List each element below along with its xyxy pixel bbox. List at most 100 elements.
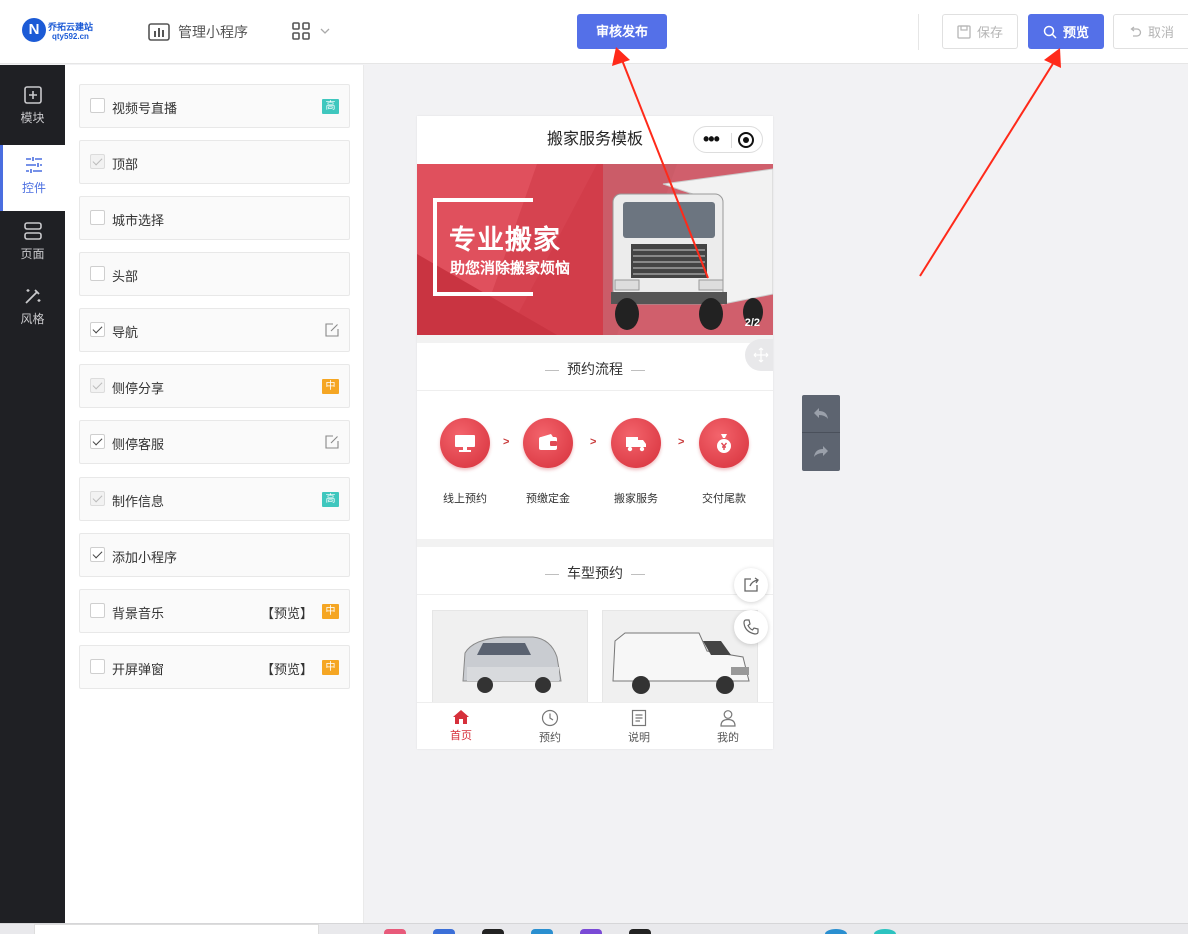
redo-arrow-icon (814, 446, 828, 457)
close-target-icon[interactable] (738, 132, 754, 148)
control-checkbox (90, 491, 105, 506)
nav-item-modules[interactable]: 模块 (0, 85, 65, 147)
preview-label: 预览 (1062, 25, 1089, 40)
control-label: 头部 (112, 269, 139, 284)
drag-move-handle[interactable] (745, 339, 773, 371)
vehicle-card-van[interactable] (432, 610, 588, 710)
float-phone-button[interactable] (734, 610, 768, 644)
taskbar-app-icon[interactable] (433, 929, 455, 934)
preview-link[interactable]: 【预览】 (261, 659, 313, 678)
controls-panel: 视频号直播 高 顶部 城市选择 头部 导航 侧停分享 中 侧停客服 制作信息 高… (65, 65, 364, 923)
undo-icon (1130, 25, 1142, 37)
manage-label: 管理小程序 (178, 24, 248, 40)
control-checkbox[interactable] (90, 322, 105, 337)
float-share-button[interactable] (734, 568, 768, 602)
taskbar-app-icon[interactable] (874, 929, 896, 934)
control-label: 开屏弹窗 (112, 662, 165, 677)
minivan-image (462, 636, 562, 693)
control-item-top[interactable]: 顶部 (79, 140, 350, 184)
nav-label-modules: 模块 (20, 111, 45, 125)
tier-badge-high: 高 (322, 99, 339, 114)
process-step[interactable]: 线上预约 (430, 418, 500, 506)
top-bar: N 乔拓云建站 qty592.cn 管理小程序 审核发布 保存 预览 取消 (0, 0, 1188, 64)
phone-preview: 搬家服务模板 ••• 专业搬家 助您消除搬家烦恼 2/2 — 预约流程 — 线上… (417, 116, 773, 749)
process-step[interactable]: 交付尾款 (689, 418, 759, 506)
process-step[interactable]: 预缴定金 (513, 418, 583, 506)
phone-icon (743, 619, 759, 635)
preview-link[interactable]: 【预览】 (261, 603, 313, 622)
step-arrow: > (590, 436, 597, 448)
sliders-icon (26, 157, 42, 173)
edit-icon[interactable] (325, 435, 339, 449)
step-icon-circle (440, 418, 490, 468)
control-label: 侧停分享 (112, 381, 165, 396)
control-item-navigation[interactable]: 导航 (79, 308, 350, 352)
control-item-credits[interactable]: 制作信息 高 (79, 477, 350, 521)
section-gap (417, 335, 773, 343)
taskbar-app-icon[interactable] (482, 929, 504, 934)
tier-badge-mid: 中 (322, 660, 339, 675)
tab-booking[interactable]: 预约 (520, 709, 580, 745)
control-item-splash-popup[interactable]: 开屏弹窗 【预览】 中 (79, 645, 350, 689)
more-dots-icon[interactable]: ••• (703, 127, 720, 151)
taskbar-app-icon[interactable] (384, 929, 406, 934)
nav-item-style[interactable]: 风格 (0, 286, 65, 348)
control-checkbox[interactable] (90, 603, 105, 618)
logo-mark-icon: N (22, 18, 46, 42)
magic-wand-icon (24, 289, 40, 304)
cancel-button[interactable]: 取消 (1113, 14, 1188, 49)
control-item-video-live[interactable]: 视频号直播 高 (79, 84, 350, 128)
nav-item-controls[interactable]: 控件 (0, 145, 65, 211)
control-item-city-select[interactable]: 城市选择 (79, 196, 350, 240)
vehicles-title-text: 车型预约 (567, 565, 623, 581)
control-item-side-share[interactable]: 侧停分享 中 (79, 364, 350, 408)
nav-item-pages[interactable]: 页面 (0, 221, 65, 283)
redo-button[interactable] (802, 433, 840, 471)
document-icon (631, 709, 647, 727)
taskbar-search[interactable] (34, 924, 319, 934)
control-label: 城市选择 (112, 213, 165, 228)
control-label: 顶部 (112, 157, 139, 172)
capsule-divider (731, 133, 732, 148)
control-checkbox[interactable] (90, 266, 105, 281)
banner-carousel[interactable]: 专业搬家 助您消除搬家烦恼 2/2 (417, 164, 773, 335)
taskbar-app-icon[interactable] (531, 929, 553, 934)
money-bag-icon (717, 434, 731, 453)
search-icon (1043, 25, 1057, 39)
miniprogram-capsule[interactable]: ••• (693, 126, 763, 153)
control-checkbox[interactable] (90, 659, 105, 674)
step-arrow: > (678, 436, 685, 448)
nav-label-style: 风格 (20, 312, 45, 326)
manage-miniprogram-link[interactable]: 管理小程序 (148, 21, 248, 43)
edit-icon[interactable] (325, 323, 339, 337)
plus-square-icon (23, 86, 42, 104)
tab-home[interactable]: 首页 (431, 709, 491, 743)
control-item-add-miniprogram[interactable]: 添加小程序 (79, 533, 350, 577)
undo-button[interactable] (802, 395, 840, 433)
publish-button[interactable]: 审核发布 (577, 14, 667, 49)
preview-button[interactable]: 预览 (1028, 14, 1104, 49)
undo-redo-toolbar (802, 395, 840, 471)
control-checkbox[interactable] (90, 434, 105, 449)
brand-logo[interactable]: N 乔拓云建站 qty592.cn (22, 18, 102, 46)
control-item-bg-music[interactable]: 背景音乐 【预览】 中 (79, 589, 350, 633)
taskbar-app-icon[interactable] (629, 929, 651, 934)
process-step[interactable]: 搬家服务 (601, 418, 671, 506)
banner-subline: 助您消除搬家烦恼 (450, 260, 571, 277)
step-icon-circle (699, 418, 749, 468)
control-item-header[interactable]: 头部 (79, 252, 350, 296)
taskbar-app-icon[interactable] (825, 929, 847, 934)
save-button[interactable]: 保存 (942, 14, 1018, 49)
taskbar-app-icon[interactable] (580, 929, 602, 934)
control-label: 添加小程序 (112, 550, 178, 565)
banner-counter: 2/2 (744, 317, 760, 329)
control-checkbox[interactable] (90, 98, 105, 113)
control-item-side-service[interactable]: 侧停客服 (79, 420, 350, 464)
control-checkbox[interactable] (90, 547, 105, 562)
control-checkbox[interactable] (90, 210, 105, 225)
tab-instructions[interactable]: 说明 (609, 709, 669, 745)
app-grid-dropdown[interactable] (292, 22, 330, 40)
tier-badge-high: 高 (322, 492, 339, 507)
logo-domain: qty592.cn (52, 32, 89, 41)
tab-profile[interactable]: 我的 (698, 709, 758, 745)
